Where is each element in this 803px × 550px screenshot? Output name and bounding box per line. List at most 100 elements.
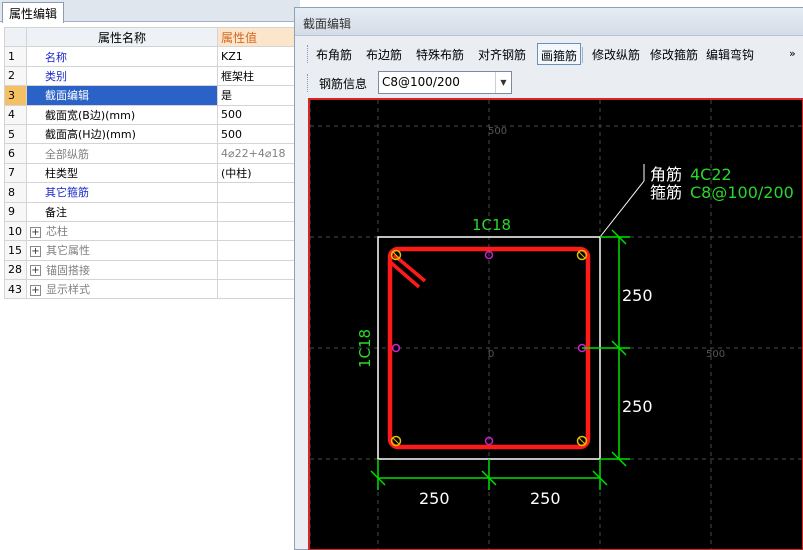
corner-bar-label: 角筋: [650, 165, 682, 184]
property-value[interactable]: [217, 259, 301, 281]
dim-right-lower[interactable]: 250: [622, 397, 653, 416]
row-number: 3: [4, 85, 27, 106]
row-number: 10: [4, 220, 27, 242]
header-corner: [4, 26, 27, 48]
toolbar-button[interactable]: 编辑弯钩: [703, 43, 757, 65]
toolbar-button[interactable]: 布边筋: [363, 43, 405, 65]
property-value[interactable]: 500: [217, 123, 301, 145]
property-value[interactable]: KZ1: [217, 46, 301, 67]
property-name: 全部纵筋: [26, 143, 218, 164]
row-number: 4: [4, 104, 27, 125]
section-editor-titlebar[interactable]: 截面编辑: [295, 8, 803, 36]
property-name: + 显示样式: [26, 279, 218, 300]
app-root: 属性编辑 属性名称 属性值 1 名称 KZ1 2 类别 框架柱 3 截面编辑是 4 截面宽(B边)…: [0, 0, 803, 550]
expand-icon[interactable]: +: [30, 245, 41, 257]
rebar-info-select[interactable]: C8@100/200 ▼: [378, 71, 512, 94]
row-number: 43: [4, 279, 27, 300]
property-tab-bar: 属性编辑: [0, 0, 300, 23]
property-row[interactable]: 6 全部纵筋 4⌀22+4⌀18: [4, 143, 301, 164]
property-name: 柱类型: [26, 162, 218, 184]
dim-right-upper[interactable]: 250: [622, 286, 653, 305]
property-grid: 属性名称 属性值 1 名称 KZ1 2 类别 框架柱 3 截面编辑是 4 截面宽(B边)(mm) 5…: [4, 26, 301, 300]
toolbar-button[interactable]: 修改纵筋: [589, 43, 643, 65]
property-value[interactable]: (中柱): [217, 162, 301, 184]
row-number: 28: [4, 259, 27, 281]
property-grid-header: 属性名称 属性值: [4, 26, 301, 48]
toolbar-grip[interactable]: [307, 45, 310, 63]
property-name-text: 柱类型: [45, 166, 78, 180]
property-row[interactable]: 1 名称 KZ1: [4, 46, 301, 67]
row-number: 6: [4, 143, 27, 164]
toolbar-button[interactable]: 布角筋: [313, 43, 355, 65]
axis-label-right: 500: [706, 349, 725, 360]
axis-label-top: 500: [488, 126, 507, 137]
top-edge-bar-label[interactable]: 1C18: [472, 216, 511, 234]
toolbar-button[interactable]: 画箍筋: [537, 43, 582, 65]
tab-property-edit[interactable]: 属性编辑: [2, 2, 65, 23]
property-name: 截面高(H边)(mm): [26, 123, 218, 145]
row-number: 9: [4, 201, 27, 222]
property-row[interactable]: 7 柱类型 (中柱): [4, 162, 301, 184]
bottom-dimension: [370, 459, 608, 490]
property-name-text: 其它属性: [46, 244, 90, 258]
section-drawing[interactable]: 500 0 500 角筋 4C22 箍筋 C8@100/200 1C18 1C1…: [309, 100, 802, 549]
corner-bar-spec[interactable]: 4C22: [690, 165, 732, 184]
property-row[interactable]: 4 截面宽(B边)(mm) 500: [4, 104, 301, 125]
row-number: 5: [4, 123, 27, 145]
property-row[interactable]: 8 其它箍筋: [4, 182, 301, 203]
property-row[interactable]: 2 类别 框架柱: [4, 65, 301, 87]
row-number: 8: [4, 182, 27, 203]
infobar-grip[interactable]: [307, 74, 310, 92]
property-value[interactable]: 是: [217, 85, 301, 106]
property-value[interactable]: 框架柱: [217, 65, 301, 87]
dim-bottom-right[interactable]: 250: [530, 489, 561, 508]
property-value[interactable]: [217, 201, 301, 222]
property-name-text: 类别: [45, 69, 67, 83]
chevron-down-icon[interactable]: ▼: [495, 72, 511, 93]
row-number: 15: [4, 240, 27, 261]
toolbar-button[interactable]: 修改箍筋: [647, 43, 701, 65]
rebar-info-value: C8@100/200: [382, 75, 460, 89]
property-name: + 芯柱: [26, 220, 218, 242]
stirrup-spec[interactable]: C8@100/200: [690, 183, 794, 202]
left-edge-bar-label[interactable]: 1C18: [356, 329, 374, 368]
property-name: 名称: [26, 46, 218, 67]
property-value[interactable]: 500: [217, 104, 301, 125]
expand-icon[interactable]: +: [30, 265, 41, 277]
dim-bottom-left[interactable]: 250: [419, 489, 450, 508]
property-name: + 锚固搭接: [26, 259, 218, 281]
toolbar-button[interactable]: 特殊布筋: [413, 43, 467, 65]
property-row[interactable]: 43 + 显示样式: [4, 279, 301, 300]
toolbar-separator: [582, 47, 583, 63]
label-leader-line: [599, 180, 645, 238]
row-number: 7: [4, 162, 27, 184]
property-row[interactable]: 5 截面高(H边)(mm) 500: [4, 123, 301, 145]
property-value[interactable]: [217, 182, 301, 203]
expand-icon[interactable]: +: [30, 284, 41, 296]
property-name-text: 截面宽(B边)(mm): [45, 108, 136, 122]
section-editor-title: 截面编辑: [303, 17, 352, 31]
section-canvas[interactable]: 500 0 500 角筋 4C22 箍筋 C8@100/200 1C18 1C1…: [308, 98, 803, 550]
property-value[interactable]: [217, 220, 301, 242]
row-number: 1: [4, 46, 27, 67]
section-editor-toolbar: 布角筋 布边筋 特殊布筋 对齐钢筋 画箍筋 修改纵筋 修改箍筋 编辑弯钩: [307, 41, 797, 67]
property-name: 类别: [26, 65, 218, 87]
property-value[interactable]: 4⌀22+4⌀18: [217, 143, 301, 164]
row-number: 2: [4, 65, 27, 87]
property-name-text: 锚固搭接: [46, 263, 90, 277]
property-value[interactable]: [217, 279, 301, 300]
property-row[interactable]: 3 截面编辑 是: [4, 85, 301, 106]
toolbar-overflow-button[interactable]: »: [789, 47, 796, 60]
property-row[interactable]: 10 + 芯柱: [4, 220, 301, 242]
property-row[interactable]: 15 + 其它属性: [4, 240, 301, 261]
expand-icon[interactable]: +: [30, 226, 41, 238]
property-row[interactable]: 28 + 锚固搭接: [4, 259, 301, 281]
property-row[interactable]: 9 备注: [4, 201, 301, 222]
property-name: 其它箍筋: [26, 182, 218, 203]
property-name-text: 截面高(H边)(mm): [45, 128, 136, 142]
section-editor-window: 截面编辑 布角筋 布边筋 特殊布筋 对齐钢筋 画箍筋 修改纵筋 修改箍筋 编辑弯钩 » 钢筋信…: [294, 7, 803, 550]
corner-bar-mark: [578, 437, 586, 445]
property-value[interactable]: [217, 240, 301, 261]
toolbar-button[interactable]: 对齐钢筋: [475, 43, 529, 65]
stirrup-label: 箍筋: [650, 183, 682, 202]
